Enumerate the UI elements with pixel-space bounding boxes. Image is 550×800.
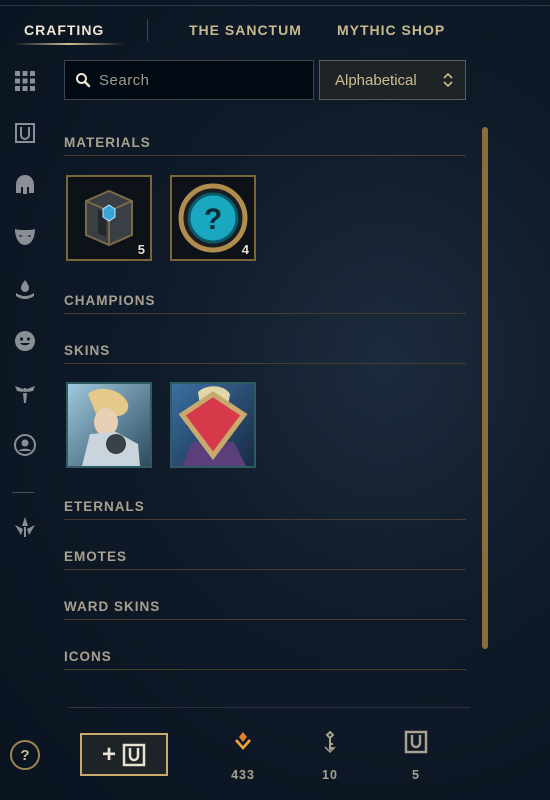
ward-icon[interactable] (12, 276, 38, 302)
filter-icon[interactable] (12, 514, 38, 540)
add-chest-button[interactable]: + (80, 733, 168, 776)
gem-icon (178, 391, 248, 461)
list-scrollbar[interactable] (482, 127, 488, 649)
active-tab-underline (14, 43, 124, 45)
svg-text:?: ? (204, 203, 222, 236)
key-counter: 10 (305, 730, 355, 782)
section-materials[interactable]: MATERIALS (64, 130, 466, 156)
material-tile[interactable]: 5 (66, 175, 152, 261)
chest-icon[interactable] (12, 120, 38, 146)
currency-amount: 10 (322, 768, 338, 782)
section-emotes[interactable]: EMOTES (64, 544, 466, 570)
section-title: ETERNALS (64, 499, 145, 514)
emote-icon[interactable] (12, 328, 38, 354)
currency-amount: 5 (412, 768, 420, 782)
section-title: ICONS (64, 649, 112, 664)
section-eternals[interactable]: ETERNALS (64, 494, 466, 520)
profile-icon[interactable] (12, 432, 38, 458)
chest-icon (122, 743, 146, 766)
search-input[interactable] (99, 71, 299, 89)
item-count: 4 (241, 242, 249, 257)
section-ward-skins[interactable]: WARD SKINS (64, 594, 466, 620)
search-box[interactable] (64, 60, 314, 100)
tab-crafting[interactable]: CRAFTING (24, 22, 104, 38)
grid-icon[interactable] (12, 68, 38, 94)
skin-shard-icon (68, 384, 150, 466)
sort-dropdown[interactable]: Alphabetical (319, 60, 466, 100)
section-icons[interactable]: ICONS (64, 644, 466, 670)
help-button[interactable]: ? (10, 740, 40, 770)
section-title: SKINS (64, 343, 111, 358)
section-title: WARD SKINS (64, 599, 161, 614)
orange-essence-counter: 433 (218, 730, 268, 782)
nav-divider (147, 19, 148, 41)
skin-tile[interactable] (170, 382, 256, 468)
footer-divider (68, 707, 470, 708)
section-title: EMOTES (64, 549, 128, 564)
chest-icon (404, 730, 428, 754)
currency-amount: 433 (231, 768, 255, 782)
tab-mythic-shop[interactable]: MYTHIC SHOP (337, 22, 445, 38)
section-title: CHAMPIONS (64, 293, 156, 308)
eternals-icon[interactable] (12, 380, 38, 406)
material-tile[interactable]: ? 4 (170, 175, 256, 261)
section-skins[interactable]: SKINS (64, 338, 466, 364)
item-count: 5 (137, 242, 145, 257)
chevron-updown-icon (443, 72, 453, 88)
tab-the-sanctum[interactable]: THE SANCTUM (189, 22, 302, 38)
helmet-icon[interactable] (12, 172, 38, 198)
section-title: MATERIALS (64, 135, 151, 150)
mask-icon[interactable] (12, 224, 38, 250)
chest-counter: 5 (391, 730, 441, 782)
sort-selected-value: Alphabetical (335, 71, 417, 89)
skin-tile[interactable] (66, 382, 152, 468)
top-border (0, 5, 550, 6)
orange-essence-icon (235, 732, 251, 750)
rail-divider (12, 492, 34, 493)
plus-icon: + (101, 740, 116, 768)
search-icon (76, 73, 91, 88)
section-champions[interactable]: CHAMPIONS (64, 288, 466, 314)
key-icon (324, 730, 336, 754)
top-nav: CRAFTING THE SANCTUM MYTHIC SHOP (0, 12, 550, 48)
